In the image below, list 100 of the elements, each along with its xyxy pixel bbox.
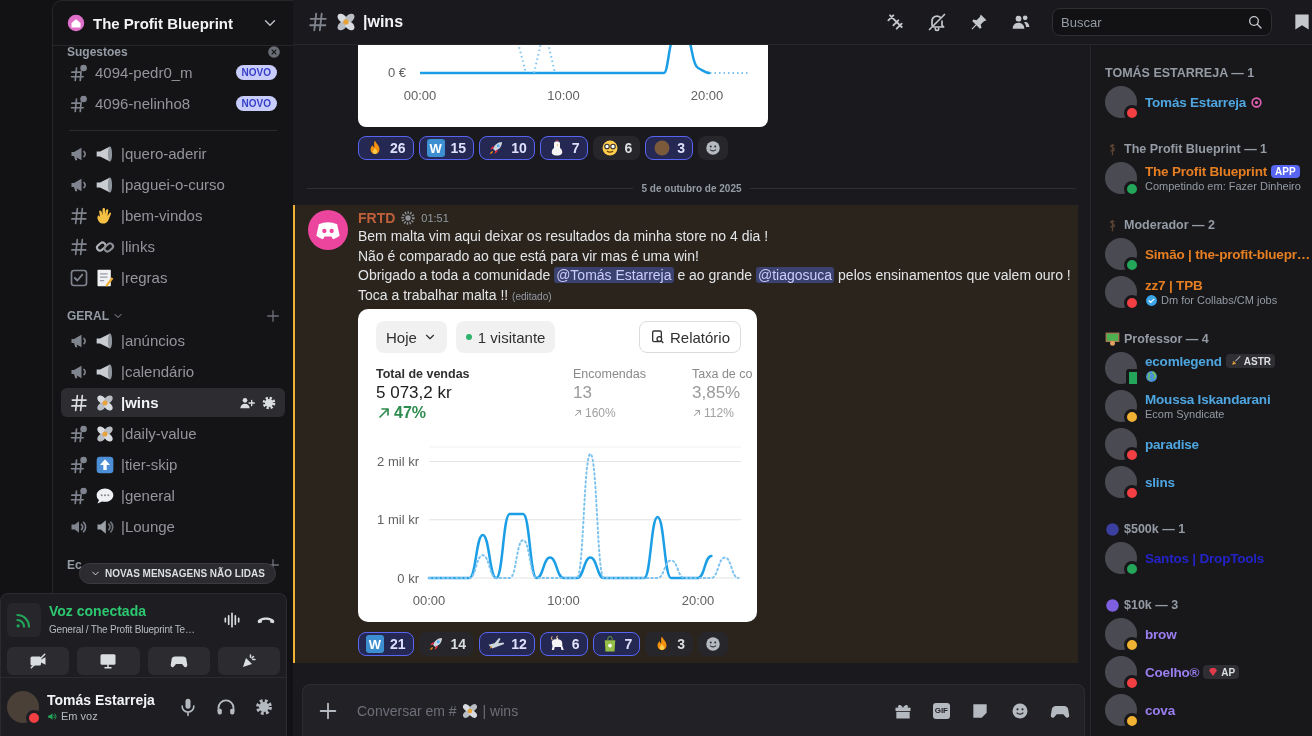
reaction[interactable]: 12 [479, 632, 535, 657]
member-name[interactable]: Simão | the-profit-bluepr… [1145, 246, 1311, 262]
channel-name: |daily-value [121, 425, 197, 442]
member-avatar[interactable] [1105, 542, 1137, 574]
channel-item[interactable]: |general [61, 481, 285, 510]
server-name[interactable]: The Profit Blueprint [93, 14, 253, 32]
channel-item[interactable]: |wins [61, 388, 285, 417]
category-label[interactable]: Sugestoes [67, 46, 128, 58]
member-name[interactable]: Moussa Iskandarani [1145, 392, 1271, 407]
reaction[interactable]: 6 [539, 632, 588, 657]
metric-tab[interactable]: Total de vendas 5 073,2 kr 47% [376, 367, 573, 424]
thread-hash-icon [69, 93, 89, 114]
member-name[interactable]: paradise [1145, 436, 1199, 452]
mention-link[interactable]: @Tomás Estarreja [554, 267, 674, 284]
member-name[interactable]: ecomlegend [1145, 353, 1222, 369]
mute-icon[interactable] [927, 12, 947, 32]
flower-icon [335, 11, 357, 33]
reaction[interactable]: 14 [418, 632, 475, 657]
member-avatar[interactable] [1105, 656, 1137, 688]
close-icon[interactable] [267, 46, 281, 59]
channel-item[interactable]: |Lounge [61, 512, 285, 541]
channel-item[interactable]: |regras [61, 263, 285, 292]
category-label[interactable]: GERAL [67, 309, 109, 323]
member-avatar[interactable] [1105, 276, 1137, 308]
channel-item[interactable]: |bem-vindos [61, 201, 285, 230]
message-field[interactable]: Conversar em # | wins GIF [302, 684, 1085, 736]
member-name[interactable]: cova [1145, 702, 1175, 718]
camera-button[interactable] [7, 647, 70, 675]
settings-icon[interactable] [254, 697, 274, 717]
gif-icon[interactable]: GIF [932, 702, 950, 719]
gem-icon [1207, 666, 1220, 678]
user-avatar[interactable] [7, 691, 39, 723]
orb-icon [1105, 597, 1120, 613]
member-avatar[interactable] [1105, 86, 1137, 118]
screen-share-button[interactable] [77, 647, 140, 675]
microphone-icon[interactable] [178, 697, 198, 717]
add-reaction-button[interactable] [698, 632, 729, 657]
headphones-icon[interactable] [216, 697, 236, 717]
member-name[interactable]: Tomás Estarreja [1145, 94, 1247, 110]
channel-name: |calendário [121, 363, 195, 380]
reaction[interactable]: 3 [645, 632, 694, 657]
threads-icon[interactable] [885, 12, 905, 32]
channel-item[interactable]: 4096-nelinho8 NOVO [61, 89, 285, 118]
settings-icon[interactable] [261, 394, 277, 411]
voice-status[interactable]: Voz conectada [49, 603, 208, 619]
group-header: $10k — 3 [1124, 598, 1179, 612]
member-avatar[interactable] [1105, 618, 1137, 650]
group-header: Moderador — 2 [1124, 218, 1215, 232]
reaction[interactable]: W 15 [418, 136, 475, 160]
author-name[interactable]: FRTD [358, 210, 396, 226]
channel-title: |wins [363, 13, 404, 31]
inbox-icon[interactable] [1292, 12, 1312, 32]
mention-link[interactable]: @tiagosuca [756, 267, 835, 284]
member-name[interactable]: brow [1145, 626, 1177, 642]
soundboard-button[interactable] [217, 647, 280, 675]
member-name[interactable]: slins [1145, 474, 1175, 490]
search-field[interactable]: Buscar [1052, 8, 1272, 36]
channel-item[interactable]: |tier-skip [61, 450, 285, 479]
server-icon[interactable] [67, 14, 85, 32]
board-icon [1105, 331, 1120, 347]
category-label[interactable]: Ec [67, 558, 82, 572]
channel-item[interactable]: |paguei-o-curso [61, 170, 285, 199]
member-avatar[interactable] [1105, 352, 1137, 384]
member-avatar[interactable] [1105, 238, 1137, 270]
avatar-icon[interactable] [308, 210, 348, 250]
report-button[interactable]: Relatório [638, 321, 741, 354]
reaction[interactable]: 7 [539, 136, 588, 160]
channel-item[interactable]: |quero-aderir [61, 139, 285, 168]
member-avatar[interactable] [1105, 390, 1137, 422]
reaction[interactable]: 7 [592, 632, 641, 657]
channel-item[interactable]: |links [61, 232, 285, 261]
add-reaction-button[interactable] [698, 136, 729, 160]
activity-button[interactable] [147, 647, 210, 675]
member-name[interactable]: zz7 | TPB [1145, 277, 1203, 293]
member-name[interactable]: Coelho® [1145, 664, 1200, 680]
reaction[interactable]: W 21 [358, 632, 414, 657]
noise-icon[interactable] [222, 610, 242, 630]
reaction[interactable]: 3 [645, 136, 694, 160]
pin-icon[interactable] [969, 12, 989, 32]
member-avatar[interactable] [1105, 466, 1137, 498]
voice-channel[interactable]: General / The Profit Blueprint Te… [49, 624, 195, 635]
channel-item[interactable]: |calendário [61, 357, 285, 386]
channel-item[interactable]: |anúncios [61, 326, 285, 355]
member-avatar[interactable] [1105, 162, 1137, 194]
date-dropdown[interactable]: Hoje [376, 321, 447, 354]
reaction[interactable]: 26 [358, 136, 414, 160]
reaction[interactable]: 6 [592, 136, 641, 160]
reaction[interactable]: 10 [479, 136, 535, 160]
emoji-icon [704, 635, 723, 654]
channel-name: |paguei-o-curso [121, 176, 225, 193]
member-avatar[interactable] [1105, 694, 1137, 726]
metric-tab[interactable]: Taxa de co 3,85% 112% [692, 367, 753, 424]
metric-tab[interactable]: Encomendas 13 160% [573, 367, 692, 424]
member-avatar[interactable] [1105, 428, 1137, 460]
channel-item[interactable]: |daily-value [61, 419, 285, 448]
arrow-icon [573, 408, 583, 419]
timestamp: 01:51 [421, 212, 449, 224]
arrow-icon [692, 408, 702, 419]
channel-item[interactable]: 4094-pedr0_m NOVO [61, 58, 285, 87]
member-name[interactable]: The Profit Blueprint [1145, 164, 1267, 179]
